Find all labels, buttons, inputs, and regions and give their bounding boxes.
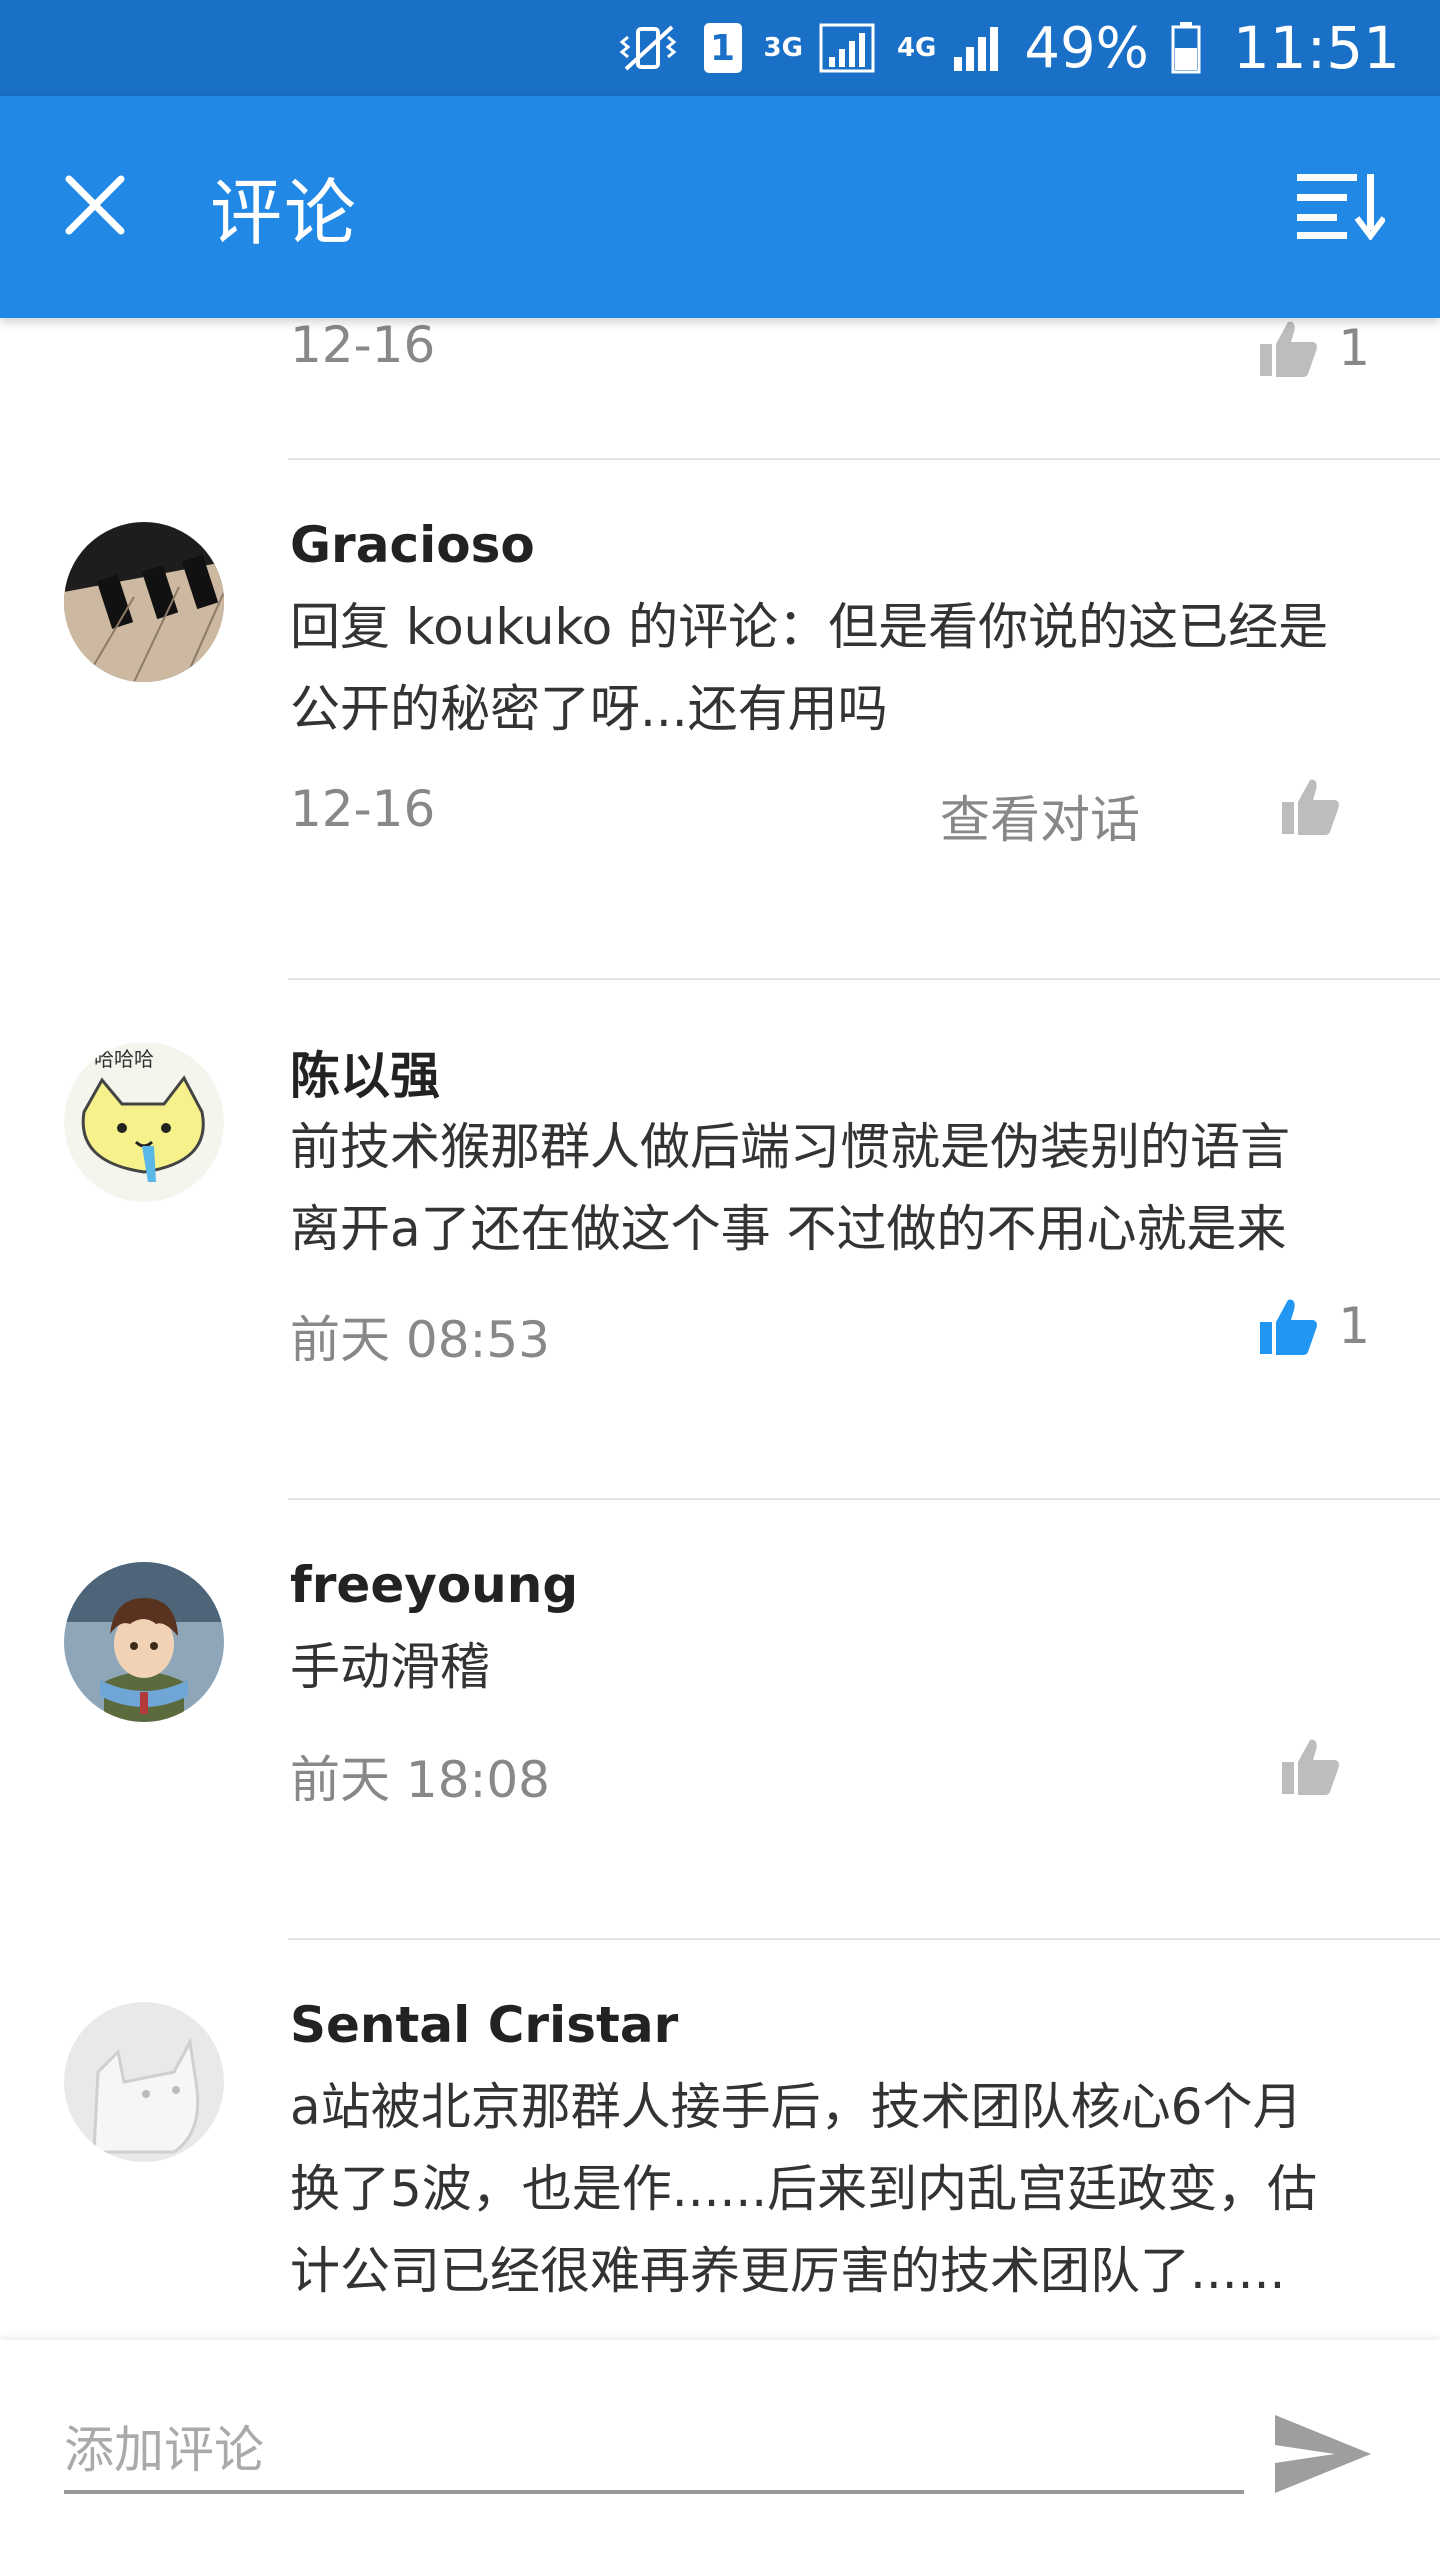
page-title: 评论 [210, 171, 359, 255]
thumbs-up-icon [1282, 1739, 1339, 1795]
avatar[interactable]: 哈哈哈 [64, 1042, 224, 1202]
send-button[interactable] [1270, 2406, 1376, 2502]
comment-content: 回复 koukuko 的评论：但是看你说的这已经是 公开的秘密了呀...还有用吗 [290, 598, 1329, 738]
avatar[interactable] [64, 1562, 224, 1722]
comment-content: 前技术猴那群人做后端习惯就是伪装别的语言 离开a了还在做这个事 不过做的不用心就… [290, 1118, 1290, 1258]
network-type-3g: 3G [763, 33, 803, 63]
close-icon [65, 175, 125, 235]
comment-list[interactable]: 12-16 1 Gracioso 回复 koukuko 的评论：但是看你说的这已… [0, 318, 1440, 2340]
clock: 11:51 [1232, 14, 1400, 82]
battery-icon [1171, 22, 1201, 74]
comment-username[interactable]: Gracioso [290, 516, 535, 574]
comment-composer [0, 2340, 1440, 2560]
avatar[interactable] [64, 522, 224, 682]
comment-content: 手动滑稽 [290, 1638, 490, 1696]
sort-button[interactable] [1290, 160, 1390, 250]
app-bar: 评论 [0, 96, 1440, 318]
like-button[interactable]: 1 [1256, 318, 1370, 380]
status-bar: 1 3G 4G 49% 11:51 [0, 0, 1440, 96]
svg-text:哈哈哈: 哈哈哈 [94, 1047, 154, 1071]
divider [288, 1498, 1440, 1500]
like-count: 1 [1338, 1297, 1370, 1355]
sort-icon [1297, 174, 1385, 240]
battery-percent: 49% [1024, 15, 1149, 81]
divider [288, 458, 1440, 460]
comment-username[interactable]: freeyoung [290, 1556, 578, 1614]
comment-time: 前天 18:08 [290, 1751, 550, 1809]
avatar[interactable] [64, 2002, 224, 2162]
close-button[interactable] [50, 160, 140, 250]
view-conversation-link[interactable]: 查看对话 [940, 780, 1140, 852]
comment-username[interactable]: Sental Cristar [290, 1996, 678, 2054]
comment-time: 前天 08:53 [290, 1311, 550, 1369]
network-type-4g: 4G [896, 33, 937, 63]
send-icon [1275, 2415, 1371, 2493]
mute-vibrate-icon [616, 23, 682, 73]
comment-time: 12-16 [290, 318, 436, 374]
signal-icon-1 [819, 23, 875, 73]
sim-slot-icon: 1 [703, 23, 742, 73]
thumbs-up-icon [1260, 321, 1318, 377]
divider [288, 978, 1440, 980]
comment-time: 12-16 [290, 780, 436, 838]
divider [288, 1938, 1440, 1940]
thumbs-up-icon [1260, 1299, 1318, 1355]
thumbs-up-icon [1282, 779, 1339, 835]
like-count: 1 [1338, 319, 1370, 377]
signal-icon-2 [952, 23, 1002, 73]
comment-input[interactable] [64, 2410, 1244, 2494]
like-button[interactable] [1278, 774, 1360, 838]
like-button[interactable] [1278, 1734, 1360, 1798]
like-button[interactable]: 1 [1256, 1294, 1370, 1358]
comment-username[interactable]: 陈以强 [290, 1036, 440, 1108]
comment-content: a站被北京那群人接手后，技术团队核心6个月 换了5波，也是作......后来到内… [290, 2078, 1318, 2300]
